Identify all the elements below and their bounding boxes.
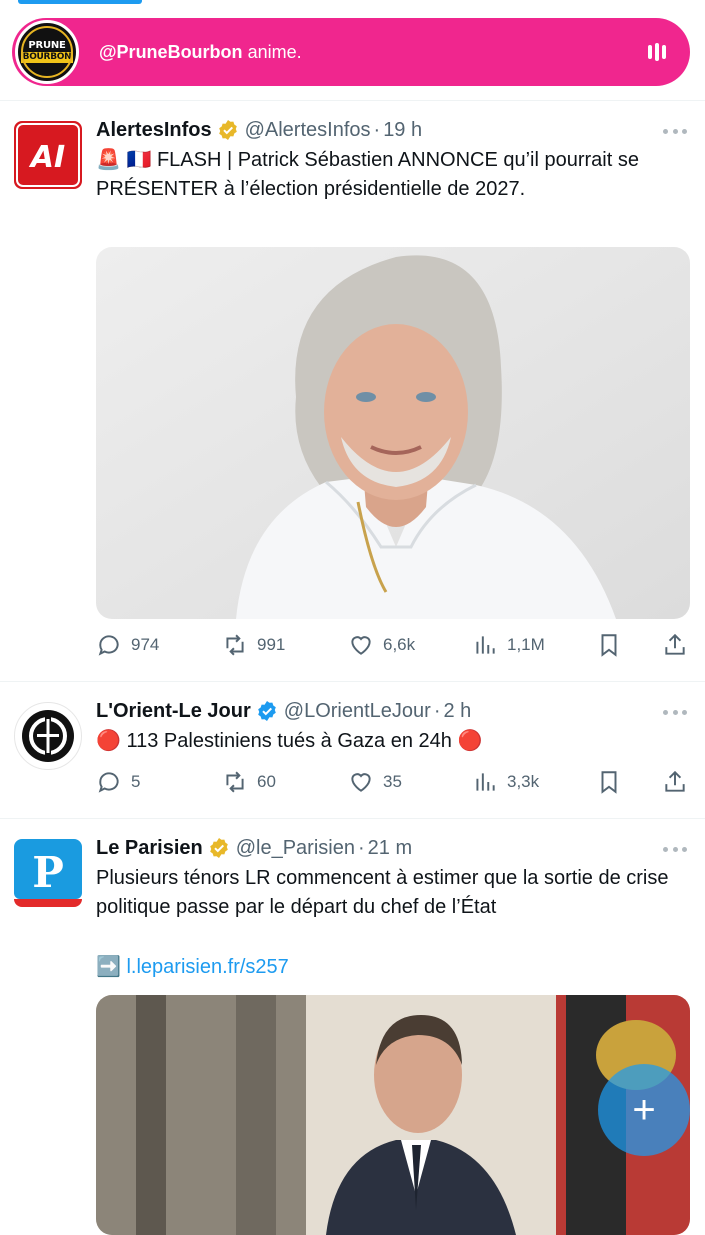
- tweet-alertesinfos[interactable]: AI AlertesInfos @AlertesInfos · 19 h 🚨 🇫…: [0, 101, 705, 681]
- plus-icon: +: [632, 1088, 656, 1132]
- tweet-text: 🔴 113 Palestiniens tués à Gaza en 24h 🔴: [96, 727, 676, 756]
- share-icon: [665, 770, 685, 792]
- avatar-alertesinfos[interactable]: AI: [14, 121, 82, 189]
- reply-button[interactable]: 5: [96, 767, 140, 797]
- repost-count: 60: [257, 772, 276, 791]
- repost-button[interactable]: 991: [222, 630, 285, 660]
- verified-badge-icon: [257, 701, 276, 721]
- avatar-lorientlejour[interactable]: [14, 702, 82, 770]
- tweet-header: AlertesInfos @AlertesInfos · 19 h: [96, 116, 422, 144]
- heart-icon: [351, 773, 371, 792]
- share-button[interactable]: [662, 630, 688, 660]
- heart-icon: [351, 636, 371, 655]
- tweet-header: L'Orient-Le Jour @LOrientLeJour · 2 h: [96, 697, 471, 725]
- live-host-handle: @PruneBourbon: [99, 41, 243, 62]
- author-name[interactable]: AlertesInfos: [96, 119, 212, 142]
- views-icon: [476, 636, 495, 654]
- bookmark-button[interactable]: [596, 630, 622, 660]
- separator: ·: [373, 118, 381, 141]
- avatar-logo-text: AI: [29, 140, 65, 175]
- separator: ·: [433, 699, 441, 722]
- views-button[interactable]: 3,3k: [472, 767, 539, 797]
- tweet-actions: 5 60 35 3,3k: [96, 767, 690, 797]
- bookmark-icon: [601, 771, 617, 794]
- audio-bars-icon: [648, 43, 666, 61]
- more-options-icon[interactable]: [663, 708, 687, 716]
- repost-icon: [226, 634, 244, 656]
- like-button[interactable]: 35: [348, 767, 402, 797]
- arrow-emoji: ➡️: [96, 956, 121, 978]
- views-button[interactable]: 1,1M: [472, 630, 545, 660]
- timestamp[interactable]: 19 h: [383, 119, 422, 142]
- views-count: 3,3k: [507, 772, 540, 791]
- live-banner-text: @PruneBourbon anime.: [99, 42, 302, 63]
- timestamp[interactable]: 21 m: [368, 837, 412, 860]
- tweet-leparisien[interactable]: P Le Parisien @le_Parisien · 21 m Plusie…: [0, 819, 705, 1235]
- author-handle[interactable]: @le_Parisien: [236, 837, 355, 860]
- reply-button[interactable]: 974: [96, 630, 159, 660]
- bookmark-icon: [601, 634, 617, 657]
- bookmark-button[interactable]: [596, 767, 622, 797]
- tweet-actions: 974 991 6,6k 1,1M: [96, 630, 690, 660]
- author-name[interactable]: L'Orient-Le Jour: [96, 700, 251, 723]
- article-link[interactable]: l.leparisien.fr/s257: [126, 956, 288, 978]
- like-button[interactable]: 6,6k: [348, 630, 415, 660]
- tweet-body: Plusieurs ténors LR commencent à estimer…: [96, 867, 669, 918]
- top-tab-indicator: [18, 0, 142, 4]
- live-space-banner[interactable]: PRUNE BOURBON @PruneBourbon anime.: [12, 18, 690, 86]
- author-handle[interactable]: @LOrientLeJour: [284, 700, 431, 723]
- tweet-body: 113 Palestiniens tués à Gaza en 24h: [126, 730, 452, 752]
- red-circle-emoji: 🔴: [457, 730, 483, 752]
- live-status: anime.: [247, 41, 302, 62]
- reply-count: 5: [131, 772, 141, 791]
- share-button[interactable]: [662, 767, 688, 797]
- more-options-icon[interactable]: [663, 845, 687, 853]
- like-count: 6,6k: [383, 635, 416, 654]
- tweet-header: Le Parisien @le_Parisien · 21 m: [96, 834, 412, 862]
- views-icon: [476, 773, 495, 791]
- more-options-icon[interactable]: [663, 127, 687, 135]
- repost-button[interactable]: 60: [222, 767, 276, 797]
- like-count: 35: [383, 772, 402, 791]
- tweet-body: FLASH | Patrick Sébastien ANNONCE qu’il …: [96, 149, 639, 200]
- tweet-link-line: ➡️ l.leparisien.fr/s257: [96, 953, 676, 982]
- tweet-text: 🚨 🇫🇷 FLASH | Patrick Sébastien ANNONCE q…: [96, 146, 676, 204]
- alert-emoji: 🚨 🇫🇷: [96, 149, 152, 171]
- avatar-leparisien[interactable]: P: [14, 839, 82, 907]
- share-icon: [665, 633, 685, 655]
- author-name[interactable]: Le Parisien: [96, 837, 203, 860]
- timestamp[interactable]: 2 h: [443, 700, 471, 723]
- red-circle-emoji: 🔴: [96, 730, 121, 752]
- reply-count: 974: [131, 635, 160, 654]
- author-handle[interactable]: @AlertesInfos: [245, 119, 371, 142]
- live-host-avatar[interactable]: PRUNE BOURBON: [15, 20, 79, 84]
- separator: ·: [357, 836, 365, 859]
- repost-icon: [226, 771, 244, 793]
- reply-icon: [98, 772, 119, 793]
- tweet-lorientlejour[interactable]: L'Orient-Le Jour @LOrientLeJour · 2 h 🔴 …: [0, 682, 705, 818]
- reply-icon: [98, 635, 119, 656]
- verified-badge-icon: [218, 120, 237, 140]
- compose-button[interactable]: +: [598, 1064, 690, 1156]
- views-count: 1,1M: [507, 635, 545, 654]
- verified-badge-icon: [209, 838, 228, 858]
- tweet-media-photo[interactable]: [96, 247, 690, 619]
- repost-count: 991: [257, 635, 286, 654]
- avatar-logo-text: P: [32, 848, 64, 897]
